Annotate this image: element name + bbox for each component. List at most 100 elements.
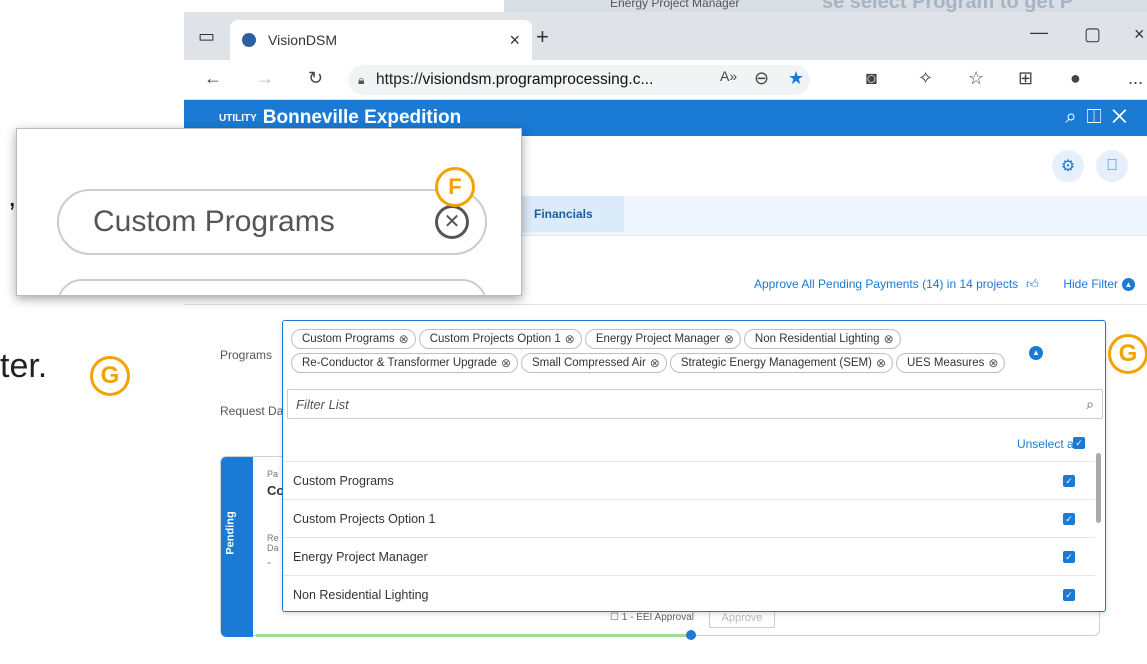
progress-marker xyxy=(686,630,696,640)
unselect-all-label: Unselect all xyxy=(1016,437,1079,451)
favorite-star-icon[interactable]: ★ xyxy=(788,68,804,89)
program-chip[interactable]: UES Measures ⊗ xyxy=(896,353,1006,373)
navigation-bar: ← → ↻ 🔒︎ https://visiondsm.programproces… xyxy=(184,60,1147,100)
remove-chip-icon[interactable]: ⊗ xyxy=(988,356,998,370)
settings-gear-button[interactable]: ⚙ xyxy=(1052,150,1084,182)
browser-tab[interactable]: VisionDSM × xyxy=(230,20,532,60)
extensions-puzzle-icon[interactable]: ✧ xyxy=(918,68,933,89)
collections-icon[interactable]: ⊞ xyxy=(1018,68,1033,89)
approve-all-link[interactable]: Approve All Pending Payments (14) in 14 … xyxy=(754,277,1047,292)
program-option[interactable]: Custom Programs ✓ xyxy=(283,461,1095,499)
remove-chip-icon[interactable]: ⊗ xyxy=(724,332,734,346)
chip-label: UES Measures xyxy=(907,357,985,369)
chip-label: Strategic Energy Management (SEM) xyxy=(680,357,872,369)
app-section-label: UTILITY xyxy=(219,112,257,124)
program-chip[interactable]: Small Compressed Air ⊗ xyxy=(521,353,667,373)
option-checkbox[interactable]: ✓ xyxy=(1063,551,1075,563)
program-chip[interactable]: Custom Programs ⊗ xyxy=(291,329,416,349)
app-title: Bonneville Expedition xyxy=(262,107,462,128)
program-chip[interactable]: Non Residential Lighting ⊗ xyxy=(743,329,901,349)
program-option[interactable]: Energy Project Manager ✓ xyxy=(283,537,1095,575)
option-checkbox[interactable]: ✓ xyxy=(1063,589,1075,601)
program-option[interactable]: Non Residential Lighting ✓ xyxy=(283,575,1095,613)
callout-badge-g-doc: G xyxy=(90,356,130,396)
chip-label: Non Residential Lighting xyxy=(754,333,880,345)
doc-text-fragment: ter. xyxy=(0,347,48,385)
strip-text: Energy Project Manager xyxy=(610,0,740,10)
remove-chip-icon[interactable]: ⊗ xyxy=(565,332,575,346)
profile-avatar-icon[interactable]: ● xyxy=(1070,68,1081,89)
visiondsm-favicon-icon xyxy=(242,33,256,47)
chip-label: Small Compressed Air xyxy=(532,357,646,369)
approve-all-label: Approve All Pending Payments (14) in 14 … xyxy=(754,277,1019,291)
lock-icon: 🔒︎ xyxy=(358,72,365,87)
zoom-icon[interactable]: ⊖ xyxy=(754,68,769,89)
tab-financials[interactable]: Financials xyxy=(520,196,624,232)
programs-label: Programs xyxy=(220,348,273,362)
eei-approval-label: 1 - EEI Approval xyxy=(621,612,695,623)
refresh-icon[interactable]: ↻ xyxy=(308,68,323,89)
forward-icon[interactable]: → xyxy=(256,68,274,89)
address-bar[interactable]: 🔒︎ https://visiondsm.programprocessing.c… xyxy=(348,65,810,95)
columns-icon[interactable]: ◫ xyxy=(1087,106,1112,128)
url-prefix: https:// xyxy=(376,71,423,88)
programs-multiselect[interactable]: Custom Programs ⊗ Custom Projects Option 1… xyxy=(282,320,1106,612)
card-fragment: - xyxy=(267,555,271,569)
extension-icon[interactable]: ◙ xyxy=(866,68,877,89)
strip-text: se select Program to get P xyxy=(822,0,1074,12)
list-scrollbar[interactable] xyxy=(1096,453,1101,523)
read-aloud-icon[interactable]: A» xyxy=(720,68,737,84)
collapse-chevron-icon[interactable]: ▲ xyxy=(1029,346,1043,360)
search-icon: ⌕ xyxy=(1086,395,1094,412)
search-icon[interactable]: ⌕ xyxy=(1065,106,1086,128)
program-chip[interactable]: Strategic Energy Management (SEM) ⊗ xyxy=(669,353,894,373)
zoom-inset: Custom Programs ✕ F xyxy=(16,128,522,296)
option-label: Energy Project Manager xyxy=(293,550,428,564)
remove-chip-icon[interactable]: ⊗ xyxy=(876,356,886,370)
remove-chip-icon[interactable]: ⊗ xyxy=(650,356,660,370)
filter-placeholder: Filter List xyxy=(296,396,349,412)
program-option[interactable]: Custom Projects Option 1 ✓ xyxy=(283,499,1095,537)
background-window-strip: Energy Project Manager se select Program… xyxy=(504,0,1147,12)
chip-label: Custom Programs xyxy=(302,333,395,345)
select-all-checkbox[interactable]: ✓ xyxy=(1073,437,1085,449)
close-icon[interactable]: ✕ xyxy=(1112,106,1137,128)
tab-title: VisionDSM xyxy=(268,32,337,48)
close-tab-icon[interactable]: × xyxy=(509,30,520,51)
chip-label: Energy Project Manager xyxy=(595,333,720,345)
url-host: visiondsm.programprocessing.c... xyxy=(422,71,654,88)
hide-filter-link[interactable]: Hide Filter ▲ xyxy=(1063,277,1135,292)
option-checkbox[interactable]: ✓ xyxy=(1063,513,1075,525)
progress-track xyxy=(256,634,696,637)
option-label: Custom Projects Option 1 xyxy=(293,512,436,526)
chevron-up-icon: ▲ xyxy=(1122,278,1135,292)
tab-actions-icon[interactable]: ▭ xyxy=(198,26,215,47)
more-menu-button[interactable]: ... xyxy=(1128,68,1143,89)
remove-chip-icon[interactable]: ⊗ xyxy=(884,332,894,346)
program-chip[interactable]: Custom Projects Option 1 ⊗ xyxy=(418,329,582,349)
favorites-list-icon[interactable]: ☆ xyxy=(968,68,984,89)
remove-chip-icon[interactable]: ⊗ xyxy=(501,356,511,370)
close-window-icon[interactable]: × xyxy=(1134,24,1145,45)
eei-approval-checkbox[interactable]: ☐ 1 - EEI Approval xyxy=(610,612,694,623)
bookmark-button[interactable]: ⎕ xyxy=(1096,150,1128,182)
new-tab-button[interactable]: + xyxy=(536,24,549,50)
maximize-icon[interactable]: ▢ xyxy=(1084,24,1101,45)
option-label: Non Residential Lighting xyxy=(293,588,429,602)
chip-label: Custom Projects Option 1 xyxy=(429,333,561,345)
program-chip[interactable]: Re-Conductor & Transformer Upgrade ⊗ xyxy=(291,353,519,373)
option-checkbox[interactable]: ✓ xyxy=(1063,475,1075,487)
remove-chip-icon: ✕ xyxy=(435,205,469,239)
callout-badge-g: G xyxy=(1108,334,1147,374)
card-fragment: Da xyxy=(267,543,279,553)
minimize-icon[interactable]: — xyxy=(1030,22,1048,43)
thumbs-up-icon: 👍︎ xyxy=(1026,277,1039,291)
remove-chip-icon[interactable]: ⊗ xyxy=(399,332,409,346)
unselect-all-link[interactable]: Unselect all xyxy=(1017,437,1079,451)
inset-chip-partial xyxy=(57,279,487,295)
program-chip[interactable]: Energy Project Manager ⊗ xyxy=(584,329,741,349)
filter-list-input[interactable]: Filter List ⌕ xyxy=(287,389,1103,419)
status-strip: Pending xyxy=(221,457,253,637)
inset-chip-label: Custom Programs xyxy=(93,205,335,238)
back-icon[interactable]: ← xyxy=(204,68,222,89)
